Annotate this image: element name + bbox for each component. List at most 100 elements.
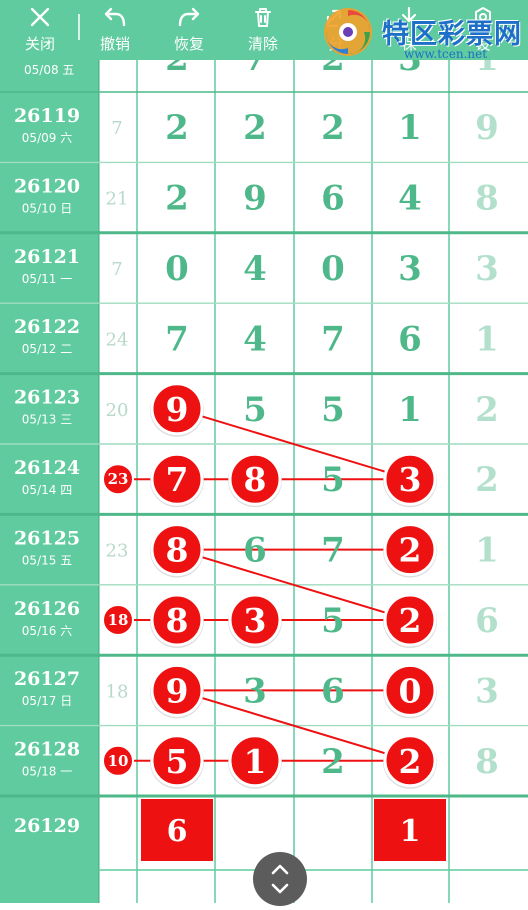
hit-ball-digit: 8 bbox=[166, 531, 189, 570]
row-date: 05/13 三 bbox=[22, 413, 72, 427]
hit-sum-label: 18 bbox=[108, 611, 129, 629]
trend-chart: 05/08 五272312611905/09 六7222192612005/10… bbox=[0, 0, 528, 903]
logo-name: 特区彩票网 bbox=[382, 19, 522, 50]
hit-ball-digit: 0 bbox=[399, 671, 422, 710]
row-date: 05/11 一 bbox=[22, 272, 72, 286]
hit-ball-digit: 9 bbox=[166, 671, 189, 710]
redo-icon bbox=[178, 7, 200, 27]
digit-cell: 2 bbox=[165, 179, 189, 219]
hit-ball-digit: 1 bbox=[244, 742, 267, 781]
digit-cell: 5 bbox=[321, 390, 345, 430]
last-digit-cell: 8 bbox=[475, 742, 499, 782]
digit-cell: 7 bbox=[321, 319, 345, 359]
site-logo: 特区彩票网 www.tcen.net bbox=[320, 4, 528, 61]
hit-ball-digit: 3 bbox=[244, 601, 267, 640]
digit-cell: 2 bbox=[321, 742, 345, 782]
close-button[interactable]: 关闭 bbox=[9, 0, 71, 60]
prediction-digit: 1 bbox=[400, 814, 421, 849]
row-issue: 26127 bbox=[14, 668, 80, 690]
row-issue: 26125 bbox=[14, 527, 80, 549]
last-digit-cell: 2 bbox=[475, 460, 499, 500]
digit-cell: 4 bbox=[398, 179, 422, 219]
trash-icon bbox=[255, 8, 271, 27]
last-digit-cell: 8 bbox=[475, 179, 499, 219]
digit-cell: 3 bbox=[243, 671, 267, 711]
row-date: 05/09 六 bbox=[22, 131, 72, 145]
digit-cell: 5 bbox=[321, 460, 345, 500]
hit-ball-digit: 9 bbox=[166, 390, 189, 429]
hit-sum-label: 23 bbox=[108, 470, 129, 488]
digit-cell: 7 bbox=[321, 531, 345, 571]
row-issue: 26128 bbox=[14, 739, 80, 761]
digit-cell: 9 bbox=[243, 179, 267, 219]
digit-cell: 0 bbox=[165, 249, 189, 289]
last-digit-cell: 3 bbox=[475, 671, 499, 711]
clear-button[interactable]: 清除 bbox=[232, 0, 294, 60]
digit-cell: 5 bbox=[321, 601, 345, 641]
hit-ball-digit: 2 bbox=[399, 601, 422, 640]
digit-cell: 6 bbox=[398, 319, 422, 359]
digit-sum: 7 bbox=[111, 259, 122, 280]
redo-button[interactable]: 恢复 bbox=[158, 0, 220, 60]
row-date: 05/18 一 bbox=[22, 765, 72, 779]
prediction-digit: 6 bbox=[167, 814, 188, 849]
clear-label: 清除 bbox=[247, 35, 278, 53]
hit-ball-digit: 5 bbox=[166, 742, 189, 781]
undo-button[interactable]: 撤销 bbox=[84, 0, 146, 60]
digit-sum: 21 bbox=[106, 189, 129, 210]
row-issue: 26123 bbox=[14, 387, 80, 409]
digit-sum: 23 bbox=[106, 541, 129, 562]
digit-cell: 4 bbox=[243, 249, 267, 289]
undo-icon bbox=[104, 7, 126, 27]
undo-label: 撤销 bbox=[99, 35, 130, 53]
scroll-handle[interactable] bbox=[253, 852, 307, 906]
row-issue: 26120 bbox=[14, 175, 80, 197]
row-issue: 26121 bbox=[14, 246, 80, 268]
logo-url: www.tcen.net bbox=[404, 47, 488, 61]
last-digit-cell: 1 bbox=[475, 319, 499, 359]
row-date: 05/08 五 bbox=[24, 63, 74, 77]
digit-cell: 4 bbox=[243, 319, 267, 359]
toolbar: 关闭 撤销 恢复 清除 分 保 设 bbox=[0, 0, 528, 61]
row-issue: 26119 bbox=[14, 105, 80, 127]
digit-sum: 20 bbox=[106, 400, 129, 421]
digit-cell: 1 bbox=[398, 390, 422, 430]
row-date: 05/12 二 bbox=[22, 342, 72, 356]
hit-ball-digit: 2 bbox=[399, 531, 422, 570]
redo-label: 恢复 bbox=[173, 35, 204, 53]
digit-sum: 7 bbox=[111, 118, 122, 139]
close-label: 关闭 bbox=[24, 35, 55, 53]
row-date: 05/16 六 bbox=[22, 624, 72, 638]
toolbar-divider bbox=[78, 14, 80, 40]
digit-cell: 0 bbox=[321, 249, 345, 289]
digit-cell: 7 bbox=[165, 319, 189, 359]
digit-cell: 2 bbox=[321, 108, 345, 148]
close-icon bbox=[30, 7, 50, 27]
digit-cell: 6 bbox=[321, 671, 345, 711]
digit-cell: 6 bbox=[243, 531, 267, 571]
prediction-issue: 26129 bbox=[14, 815, 80, 837]
hit-ball-digit: 7 bbox=[166, 460, 189, 499]
row-date: 05/10 日 bbox=[22, 201, 72, 215]
digit-sum: 24 bbox=[106, 329, 129, 350]
hit-sum-label: 10 bbox=[108, 752, 129, 770]
hit-ball-digit: 3 bbox=[399, 460, 422, 499]
expand-arrows-icon bbox=[271, 864, 289, 894]
row-issue: 26124 bbox=[14, 457, 80, 479]
last-digit-cell: 1 bbox=[475, 531, 499, 571]
digit-cell: 2 bbox=[165, 108, 189, 148]
digit-cell: 6 bbox=[321, 179, 345, 219]
digit-sum: 18 bbox=[106, 681, 129, 702]
digit-cell: 5 bbox=[243, 390, 267, 430]
digit-cell: 2 bbox=[243, 108, 267, 148]
digit-cell: 3 bbox=[398, 249, 422, 289]
digit-cell: 1 bbox=[398, 108, 422, 148]
last-digit-cell: 2 bbox=[475, 390, 499, 430]
row-date: 05/15 五 bbox=[22, 553, 72, 567]
row-date: 05/17 日 bbox=[22, 694, 72, 708]
last-digit-cell: 9 bbox=[475, 108, 499, 148]
row-issue: 26122 bbox=[14, 316, 80, 338]
hit-ball-digit: 8 bbox=[166, 601, 189, 640]
last-digit-cell: 3 bbox=[475, 249, 499, 289]
hit-ball-digit: 2 bbox=[399, 742, 422, 781]
